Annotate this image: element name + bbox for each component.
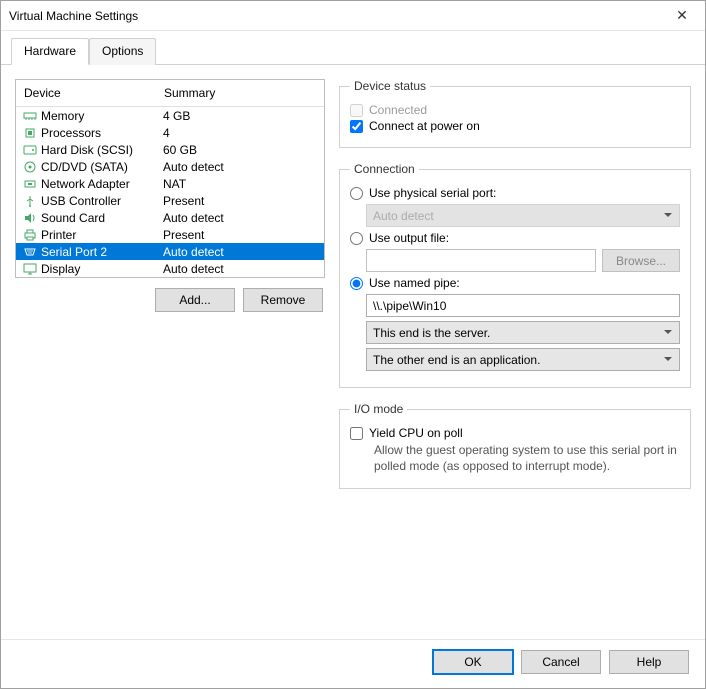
device-name: Hard Disk (SCSI) (41, 143, 163, 157)
pipe-end2-select[interactable]: The other end is an application. (366, 348, 680, 371)
connect-poweron-label: Connect at power on (369, 119, 480, 133)
device-name: Processors (41, 126, 163, 140)
usb-icon (22, 194, 38, 208)
net-icon (22, 177, 38, 191)
device-row[interactable]: Network AdapterNAT (16, 175, 324, 192)
pipe-end1-wrap: This end is the server. (366, 321, 680, 344)
device-summary: 60 GB (163, 143, 318, 157)
yield-cpu-row: Yield CPU on poll (350, 426, 680, 440)
pipe-end2-wrap: The other end is an application. (366, 348, 680, 371)
use-pipe-label: Use named pipe: (369, 276, 460, 290)
column-summary: Summary (164, 86, 316, 100)
device-row[interactable]: Serial Port 2Auto detect (16, 243, 324, 260)
io-mode-group: I/O mode Yield CPU on poll Allow the gue… (339, 402, 691, 489)
use-physical-label: Use physical serial port: (369, 186, 496, 200)
browse-button: Browse... (602, 249, 680, 272)
device-summary: Auto detect (163, 211, 318, 225)
device-name: Printer (41, 228, 163, 242)
cd-icon (22, 160, 38, 174)
physical-select-wrap: Auto detect (366, 204, 680, 227)
connection-group: Connection Use physical serial port: Aut… (339, 162, 691, 388)
tab-hardware[interactable]: Hardware (11, 38, 89, 65)
use-pipe-radio[interactable] (350, 277, 363, 290)
footer: OK Cancel Help (1, 639, 705, 688)
use-pipe-row: Use named pipe: (350, 276, 680, 290)
device-row[interactable]: PrinterPresent (16, 226, 324, 243)
display-icon (22, 262, 38, 276)
right-panel: Device status Connected Connect at power… (339, 79, 691, 631)
device-list[interactable]: Memory4 GBProcessors4Hard Disk (SCSI)60 … (16, 107, 324, 277)
sound-icon (22, 211, 38, 225)
hdd-icon (22, 143, 38, 157)
io-mode-hint: Allow the guest operating system to use … (374, 442, 680, 474)
device-name: CD/DVD (SATA) (41, 160, 163, 174)
yield-cpu-checkbox[interactable] (350, 427, 363, 440)
output-file-wrap: Browse... (366, 249, 680, 272)
use-output-radio[interactable] (350, 232, 363, 245)
cpu-icon (22, 126, 38, 140)
io-mode-legend: I/O mode (350, 402, 407, 416)
device-row[interactable]: USB ControllerPresent (16, 192, 324, 209)
device-name: USB Controller (41, 194, 163, 208)
use-output-label: Use output file: (369, 231, 449, 245)
output-file-input (366, 249, 596, 272)
pipe-name-input[interactable] (366, 294, 680, 317)
device-status-group: Device status Connected Connect at power… (339, 79, 691, 148)
pipe-name-wrap (366, 294, 680, 317)
left-column: Device Summary Memory4 GBProcessors4Hard… (15, 79, 325, 631)
close-icon[interactable]: ✕ (667, 7, 697, 24)
device-status-legend: Device status (350, 79, 430, 93)
connected-row: Connected (350, 103, 680, 117)
connect-poweron-checkbox[interactable] (350, 120, 363, 133)
device-row[interactable]: DisplayAuto detect (16, 260, 324, 277)
printer-icon (22, 228, 38, 242)
pipe-end1-select[interactable]: This end is the server. (366, 321, 680, 344)
connected-label: Connected (369, 103, 427, 117)
device-row[interactable]: CD/DVD (SATA)Auto detect (16, 158, 324, 175)
device-summary: Auto detect (163, 160, 318, 174)
help-button[interactable]: Help (609, 650, 689, 674)
device-row[interactable]: Processors4 (16, 124, 324, 141)
connect-poweron-row: Connect at power on (350, 119, 680, 133)
device-name: Network Adapter (41, 177, 163, 191)
use-physical-row: Use physical serial port: (350, 186, 680, 200)
titlebar: Virtual Machine Settings ✕ (1, 1, 705, 31)
device-summary: 4 GB (163, 109, 318, 123)
memory-icon (22, 109, 38, 123)
settings-window: Virtual Machine Settings ✕ Hardware Opti… (0, 0, 706, 689)
device-name: Sound Card (41, 211, 163, 225)
serial-icon (22, 245, 38, 259)
use-physical-radio[interactable] (350, 187, 363, 200)
content-area: Device Summary Memory4 GBProcessors4Hard… (1, 65, 705, 639)
device-summary: Auto detect (163, 245, 318, 259)
connection-legend: Connection (350, 162, 419, 176)
ok-button[interactable]: OK (433, 650, 513, 674)
connected-checkbox (350, 104, 363, 117)
remove-button[interactable]: Remove (243, 288, 323, 312)
cancel-button[interactable]: Cancel (521, 650, 601, 674)
device-header: Device Summary (16, 80, 324, 107)
device-buttons: Add... Remove (15, 278, 325, 312)
device-summary: Present (163, 228, 318, 242)
device-name: Display (41, 262, 163, 276)
device-row[interactable]: Sound CardAuto detect (16, 209, 324, 226)
tabstrip: Hardware Options (1, 31, 705, 65)
device-name: Memory (41, 109, 163, 123)
yield-cpu-label: Yield CPU on poll (369, 426, 463, 440)
device-summary: Present (163, 194, 318, 208)
device-row[interactable]: Memory4 GB (16, 107, 324, 124)
use-output-row: Use output file: (350, 231, 680, 245)
device-row[interactable]: Hard Disk (SCSI)60 GB (16, 141, 324, 158)
physical-port-select: Auto detect (366, 204, 680, 227)
tab-options[interactable]: Options (89, 38, 156, 65)
device-panel: Device Summary Memory4 GBProcessors4Hard… (15, 79, 325, 278)
column-device: Device (24, 86, 164, 100)
device-summary: Auto detect (163, 262, 318, 276)
add-button[interactable]: Add... (155, 288, 235, 312)
device-name: Serial Port 2 (41, 245, 163, 259)
device-summary: 4 (163, 126, 318, 140)
device-summary: NAT (163, 177, 318, 191)
window-title: Virtual Machine Settings (9, 9, 667, 23)
